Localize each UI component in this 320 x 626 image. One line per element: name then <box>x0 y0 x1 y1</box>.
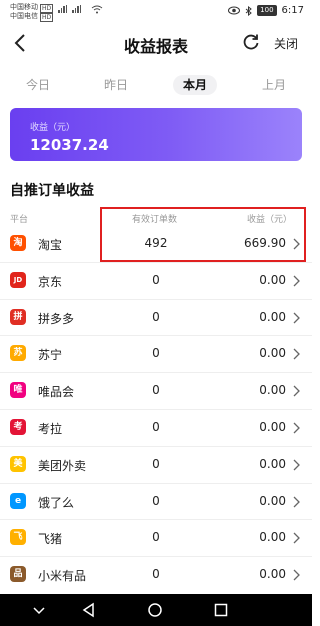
order-count: 0 <box>152 309 160 324</box>
header: 收益报表 关闭 <box>0 26 312 60</box>
table-row-meituan[interactable]: 美 美团外卖 0 0.00 <box>0 447 312 484</box>
chevron-right-icon <box>293 496 300 508</box>
section-title: 自推订单收益 <box>10 183 94 199</box>
order-count: 0 <box>152 530 160 545</box>
order-count: 0 <box>152 567 160 582</box>
vipshop-logo: 唯 <box>10 382 26 399</box>
signal-icon-2 <box>72 5 81 13</box>
page-title: 收益报表 <box>123 37 188 56</box>
carrier-1: 中国移动 <box>10 3 38 11</box>
chevron-right-icon <box>293 312 300 324</box>
chevron-right-icon <box>293 348 300 360</box>
eye-comfort-icon <box>228 6 241 15</box>
income-value: 0.00 <box>259 456 286 471</box>
collapse-chevron-icon[interactable] <box>30 601 48 619</box>
platform-name: 苏宁 <box>38 348 63 363</box>
system-nav-bar <box>0 594 312 626</box>
table-row-jd[interactable]: JD 京东 0 0.00 <box>0 263 312 300</box>
platform-name: 小米有品 <box>38 569 87 584</box>
order-count: 0 <box>152 346 160 361</box>
income-value: 0.00 <box>259 346 286 361</box>
nav-recents-icon[interactable] <box>212 601 230 619</box>
close-button[interactable]: 关闭 <box>274 35 298 52</box>
tab-last-month[interactable]: 上月 <box>254 75 294 95</box>
carrier-2: 中国电信 <box>10 12 38 20</box>
eleme-logo: e <box>10 492 26 509</box>
tab-today[interactable]: 今日 <box>18 75 58 95</box>
platform-name: 考拉 <box>38 421 63 436</box>
fliggy-logo: 飞 <box>10 529 26 546</box>
tab-this-month[interactable]: 本月 <box>173 75 217 95</box>
platform-name: 淘宝 <box>38 238 63 252</box>
battery-icon: 100 <box>257 5 277 16</box>
order-count: 0 <box>152 456 160 471</box>
tab-yesterday[interactable]: 昨日 <box>96 75 136 95</box>
chevron-right-icon <box>293 385 300 397</box>
income-summary-card: 收益（元） 12037.24 <box>10 108 302 161</box>
suning-logo: 苏 <box>10 345 26 362</box>
order-count: 0 <box>152 493 160 508</box>
platform-name: 飞猪 <box>38 532 63 547</box>
income-value: 0.00 <box>259 493 286 508</box>
table-row-suning[interactable]: 苏 苏宁 0 0.00 <box>0 336 312 374</box>
jd-logo: JD <box>10 271 26 288</box>
bluetooth-icon <box>245 5 252 16</box>
table-header: 平台 有效订单数 收益（元） <box>0 210 312 226</box>
chevron-right-icon <box>293 532 300 544</box>
chevron-right-icon <box>293 275 300 287</box>
youpin-logo: 品 <box>10 566 26 583</box>
meituan-logo: 美 <box>10 455 26 472</box>
platform-name: 唯品会 <box>38 385 75 400</box>
order-count: 492 <box>144 236 168 250</box>
income-value: 669.90 <box>244 236 286 250</box>
table-row-vipshop[interactable]: 唯 唯品会 0 0.00 <box>0 373 312 410</box>
nav-home-icon[interactable] <box>146 601 164 619</box>
status-bar: 中国移动 中国电信 HD HD 100 6:17 <box>0 0 312 26</box>
refresh-icon[interactable] <box>241 32 261 52</box>
chevron-right-icon <box>293 238 300 250</box>
kaola-logo: 考 <box>10 418 26 435</box>
header-income: 收益（元） <box>246 215 292 225</box>
order-count: 0 <box>152 419 160 434</box>
income-value: 0.00 <box>259 530 286 545</box>
period-tabs: 今日 昨日 本月 上月 <box>0 71 312 97</box>
platform-name: 京东 <box>38 274 63 289</box>
summary-label: 收益（元） <box>30 123 76 133</box>
table-row-pinduoduo[interactable]: 拼 拼多多 0 0.00 <box>0 300 312 337</box>
wifi-icon <box>91 5 103 14</box>
nav-back-icon[interactable] <box>80 601 98 619</box>
platform-name: 拼多多 <box>38 311 75 326</box>
order-count: 0 <box>152 383 160 398</box>
hd-badge-1: HD <box>40 4 54 13</box>
chevron-right-icon <box>293 569 300 581</box>
income-value: 0.00 <box>259 567 286 582</box>
table-row-taobao[interactable]: 淘 淘宝 492 669.90 <box>0 226 312 263</box>
header-orders: 有效订单数 <box>132 215 178 225</box>
hd-badge-2: HD <box>40 13 54 22</box>
income-value: 0.00 <box>259 419 286 434</box>
pinduoduo-logo: 拼 <box>10 308 26 325</box>
chevron-right-icon <box>293 422 300 434</box>
header-platform: 平台 <box>10 215 29 225</box>
summary-value: 12037.24 <box>30 136 109 154</box>
table-row-kaola[interactable]: 考 考拉 0 0.00 <box>0 410 312 447</box>
table-row-youpin[interactable]: 品 小米有品 0 0.00 <box>0 557 312 594</box>
order-count: 0 <box>152 272 160 287</box>
platform-list: 淘 淘宝 492 669.90 JD 京东 0 0.00 拼 拼多多 0 0.0… <box>0 226 312 594</box>
platform-name: 饿了么 <box>38 495 75 510</box>
clock: 6:17 <box>281 5 304 16</box>
income-value: 0.00 <box>259 383 286 398</box>
taobao-logo: 淘 <box>10 235 26 251</box>
income-value: 0.00 <box>259 272 286 287</box>
chevron-right-icon <box>293 459 300 471</box>
signal-icon <box>58 5 67 13</box>
table-row-eleme[interactable]: e 饿了么 0 0.00 <box>0 484 312 521</box>
income-value: 0.00 <box>259 309 286 324</box>
platform-name: 美团外卖 <box>38 458 87 473</box>
table-row-fliggy[interactable]: 飞 飞猪 0 0.00 <box>0 520 312 558</box>
